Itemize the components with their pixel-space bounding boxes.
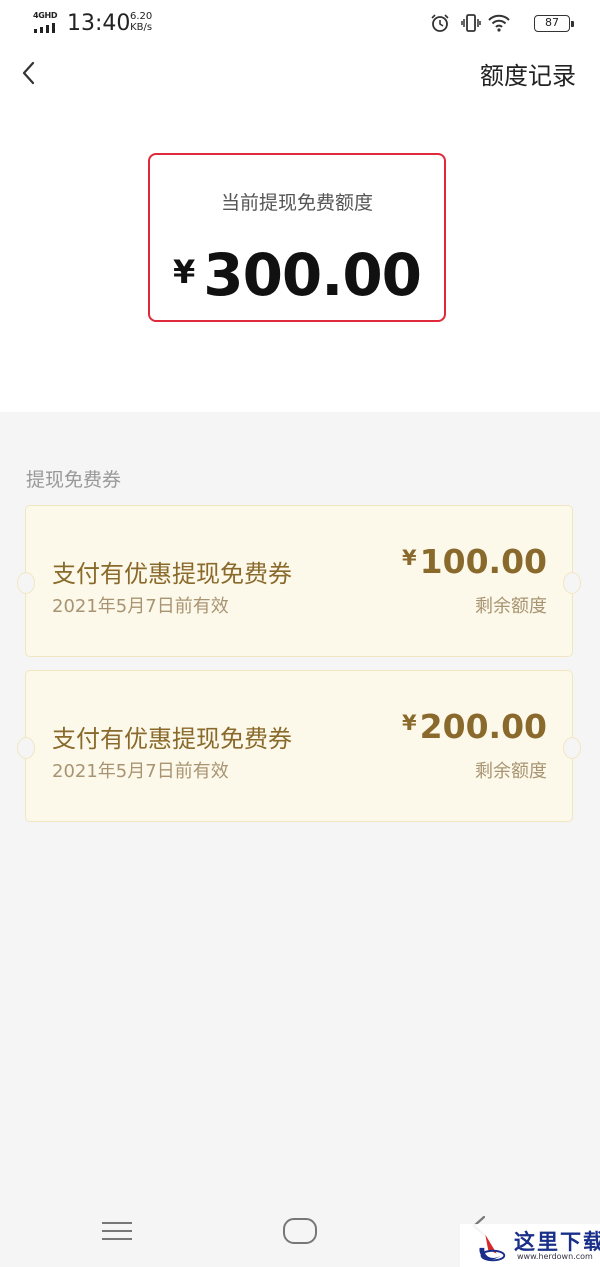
network-speed: 6.20 KB/s xyxy=(130,11,152,33)
watermark-logo-icon xyxy=(479,1234,506,1262)
watermark: 这里下载 www.herdown.com xyxy=(460,1224,600,1267)
balance-label: 当前提现免费额度 xyxy=(220,192,373,214)
status-bar: 4GHD 13:40 6.20 KB/s 87 xyxy=(0,0,600,46)
watermark-url: www.herdown.com xyxy=(517,1252,593,1261)
coupon-name: 支付有优惠提现免费券 xyxy=(52,560,292,588)
chevron-left-icon xyxy=(22,61,35,85)
status-icons: 87 xyxy=(430,13,574,33)
wifi-icon xyxy=(488,14,510,32)
coupon-remaining-label: 剩余额度 xyxy=(475,761,547,782)
vibrate-icon xyxy=(461,14,481,32)
coupon-currency: ¥ xyxy=(402,711,417,735)
speed-unit: KB/s xyxy=(130,22,153,33)
coupon-amount: ¥100.00 xyxy=(402,542,547,581)
menu-icon-line xyxy=(102,1222,132,1224)
coupon-expiry: 2021年5月7日前有效 xyxy=(52,761,229,782)
balance-currency: ¥ xyxy=(172,253,196,291)
coupon-currency: ¥ xyxy=(402,546,417,570)
quota-record-link[interactable]: 额度记录 xyxy=(480,56,576,91)
battery-icon: 87 xyxy=(534,15,574,32)
back-button[interactable] xyxy=(14,58,44,88)
balance-amount: ¥300.00 xyxy=(150,241,444,309)
speed-value: 6.20 xyxy=(130,11,153,22)
balance-card: 当前提现免费额度 ¥300.00 xyxy=(148,153,446,322)
menu-icon-line xyxy=(102,1238,132,1240)
alarm-icon xyxy=(431,14,449,32)
signal-icon: 4GHD xyxy=(33,11,61,33)
coupon-value: 100.00 xyxy=(419,542,547,581)
coupon-name: 支付有优惠提现免费券 xyxy=(52,725,292,753)
coupon-expiry: 2021年5月7日前有效 xyxy=(52,596,229,617)
status-time: 13:40 xyxy=(67,11,131,36)
coupon-value: 200.00 xyxy=(419,707,547,746)
header-area: 4GHD 13:40 6.20 KB/s 87 额度记录 当前提现免费额度 ¥ … xyxy=(0,0,600,412)
menu-button[interactable] xyxy=(102,1220,132,1242)
home-button[interactable] xyxy=(283,1218,317,1244)
section-title: 提现免费券 xyxy=(26,469,122,491)
coupon-card[interactable]: 支付有优惠提现免费券 2021年5月7日前有效 ¥200.00 剩余额度 xyxy=(17,670,581,822)
menu-icon-line xyxy=(102,1230,132,1232)
network-type: 4GHD xyxy=(33,11,58,20)
coupon-amount: ¥200.00 xyxy=(402,707,547,746)
balance-value: 300.00 xyxy=(203,241,422,309)
coupon-remaining-label: 剩余额度 xyxy=(475,596,547,617)
coupon-card[interactable]: 支付有优惠提现免费券 2021年5月7日前有效 ¥100.00 剩余额度 xyxy=(17,505,581,657)
